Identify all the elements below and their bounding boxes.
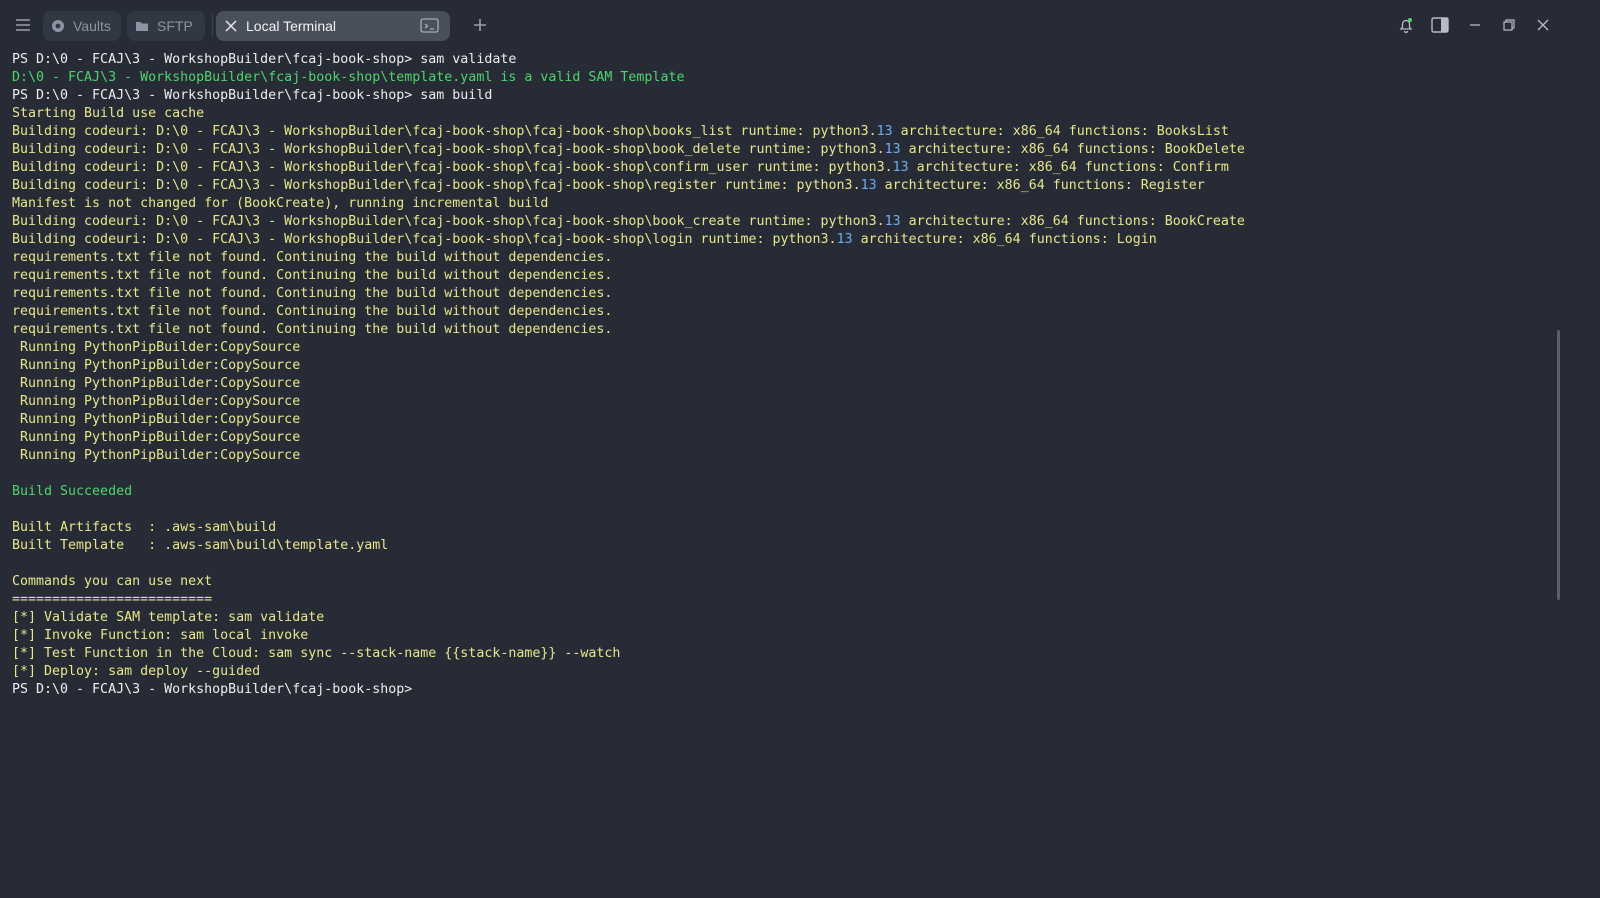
minimize-icon[interactable] [1465, 15, 1485, 35]
terminal-line: [*] Invoke Function: sam local invoke [12, 628, 309, 643]
close-icon[interactable] [224, 19, 238, 33]
terminal-line: Running PythonPipBuilder:CopySource [12, 394, 301, 409]
terminal-line: Commands you can use next [12, 574, 213, 589]
sidebar-toggle-icon[interactable] [1430, 15, 1450, 35]
version-number: 13 [892, 160, 909, 175]
terminal-line: Building codeuri: D:\0 - FCAJ\3 - Worksh… [12, 124, 1229, 139]
terminal-line: Built Template : .aws-sam\build\template… [12, 538, 389, 553]
close-window-icon[interactable] [1533, 15, 1553, 35]
terminal-line: Building codeuri: D:\0 - FCAJ\3 - Worksh… [12, 160, 1229, 175]
terminal-line: Building codeuri: D:\0 - FCAJ\3 - Worksh… [12, 142, 1245, 157]
title-bar: Vaults SFTP Local Terminal [0, 0, 1600, 50]
tab-vaults[interactable]: Vaults [43, 11, 121, 41]
terminal-line: ========================= [12, 592, 213, 607]
terminal-line: Building codeuri: D:\0 - FCAJ\3 - Worksh… [12, 232, 1157, 247]
terminal-line: Build Succeeded [12, 484, 133, 499]
terminal-line: Running PythonPipBuilder:CopySource [12, 376, 301, 391]
terminal-line: Running PythonPipBuilder:CopySource [12, 412, 301, 427]
vault-icon [51, 19, 65, 33]
terminal-line: PS D:\0 - FCAJ\3 - WorkshopBuilder\fcaj-… [12, 682, 413, 697]
terminal-line: Built Artifacts : .aws-sam\build [12, 520, 277, 535]
restore-icon[interactable] [1499, 15, 1519, 35]
terminal-line: Running PythonPipBuilder:CopySource [12, 358, 301, 373]
tab-label: Vaults [73, 18, 111, 34]
terminal-line: PS D:\0 - FCAJ\3 - WorkshopBuilder\fcaj-… [12, 88, 493, 103]
terminal-line: [*] Validate SAM template: sam validate [12, 610, 325, 625]
terminal-line: Starting Build use cache [12, 106, 205, 121]
version-number: 13 [876, 124, 893, 139]
terminal-line: Running PythonPipBuilder:CopySource [12, 448, 301, 463]
tab-local-terminal[interactable]: Local Terminal [216, 11, 450, 41]
terminal-line: requirements.txt file not found. Continu… [12, 304, 613, 319]
terminal-line: Manifest is not changed for (BookCreate)… [12, 196, 549, 211]
version-number: 13 [884, 142, 901, 157]
version-number: 13 [884, 214, 901, 229]
terminal-icon [420, 17, 440, 38]
terminal-line: requirements.txt file not found. Continu… [12, 322, 613, 337]
terminal-line: Running PythonPipBuilder:CopySource [12, 340, 301, 355]
tab-sftp[interactable]: SFTP [127, 11, 205, 41]
terminal-line: requirements.txt file not found. Continu… [12, 268, 613, 283]
new-tab-icon[interactable] [470, 13, 490, 37]
terminal-line: requirements.txt file not found. Continu… [12, 250, 613, 265]
terminal-output[interactable]: PS D:\0 - FCAJ\3 - WorkshopBuilder\fcaj-… [12, 51, 1552, 699]
version-number: 13 [836, 232, 853, 247]
terminal-line: requirements.txt file not found. Continu… [12, 286, 613, 301]
notification-bell-icon[interactable] [1396, 15, 1416, 35]
tab-label: Local Terminal [246, 18, 337, 34]
tab-divider [212, 14, 213, 38]
hamburger-menu-icon[interactable] [14, 15, 32, 35]
terminal-line: Building codeuri: D:\0 - FCAJ\3 - Worksh… [12, 214, 1245, 229]
terminal-line: PS D:\0 - FCAJ\3 - WorkshopBuilder\fcaj-… [12, 52, 517, 67]
scrollbar-thumb[interactable] [1557, 330, 1560, 600]
terminal-line: [*] Test Function in the Cloud: sam sync… [12, 646, 621, 661]
tab-label: SFTP [157, 18, 193, 34]
terminal-line: D:\0 - FCAJ\3 - WorkshopBuilder\fcaj-boo… [12, 70, 685, 85]
terminal-line: Running PythonPipBuilder:CopySource [12, 430, 301, 445]
terminal-line: Building codeuri: D:\0 - FCAJ\3 - Worksh… [12, 178, 1205, 193]
terminal-line: [*] Deploy: sam deploy --guided [12, 664, 261, 679]
folder-icon [135, 19, 149, 33]
version-number: 13 [860, 178, 877, 193]
